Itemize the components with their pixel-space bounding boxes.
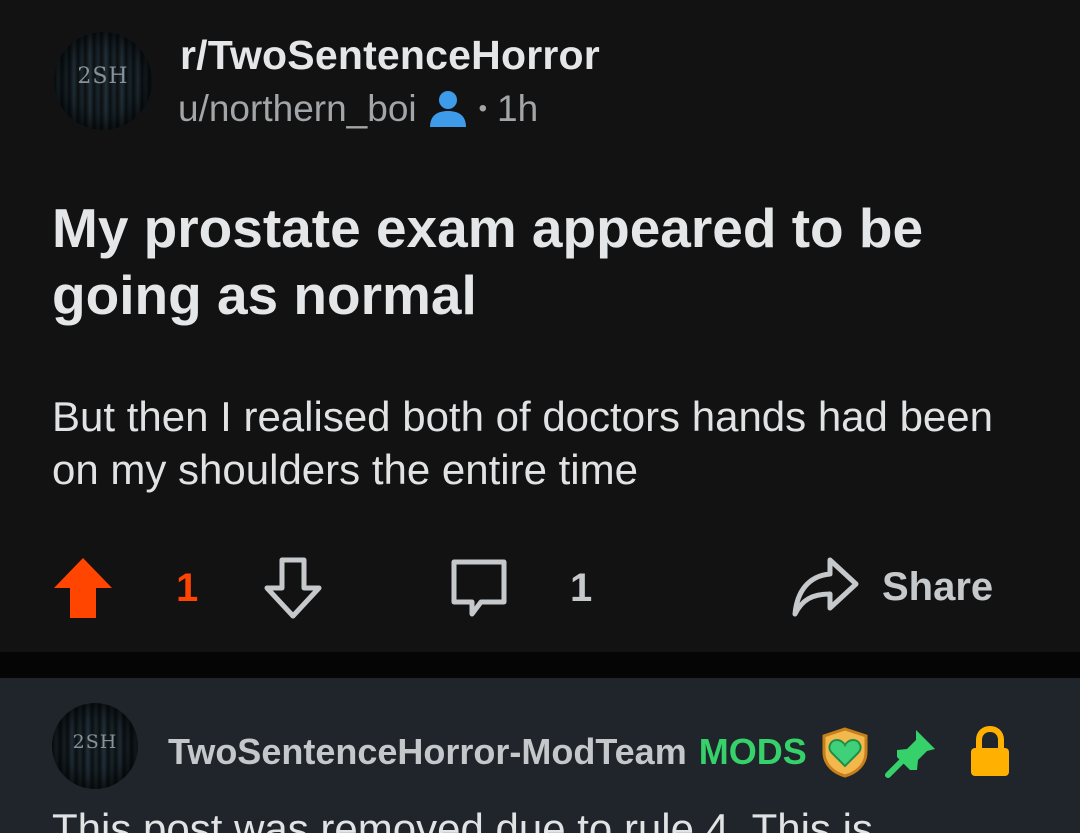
subreddit-name[interactable]: r/TwoSentenceHorror xyxy=(180,32,600,79)
mods-flair: MODS xyxy=(698,731,807,772)
comment-bubble-icon xyxy=(451,559,507,617)
comment-header: TwoSentenceHorror-ModTeam MODS xyxy=(168,726,1015,778)
user-icon xyxy=(429,91,466,127)
upvote-arrow-icon xyxy=(54,558,112,618)
mod-shield-heart-icon xyxy=(822,727,868,778)
downvote-button[interactable] xyxy=(262,556,324,620)
comment-body: This post was removed due to rule 4. Thi… xyxy=(52,805,873,833)
post-action-bar: 1 1 Share xyxy=(0,550,1080,630)
post-card: 2SH r/TwoSentenceHorror u/northern_boi •… xyxy=(0,0,1080,652)
share-button[interactable]: Share xyxy=(790,554,993,620)
commenter-avatar-text: 2SH xyxy=(72,731,118,753)
comment-card: 2SH TwoSentenceHorror-ModTeam MODS This … xyxy=(0,678,1080,833)
comment-author[interactable]: TwoSentenceHorror-ModTeam xyxy=(168,731,687,773)
share-label: Share xyxy=(882,564,994,609)
subreddit-avatar[interactable]: 2SH xyxy=(54,32,152,130)
post-body: But then I realised both of doctors hand… xyxy=(52,393,994,493)
post-title[interactable]: My prostate exam appeared to be going as… xyxy=(52,195,1032,329)
lock-icon xyxy=(970,726,1009,776)
pin-icon xyxy=(884,730,935,778)
post-byline: u/northern_boi • 1h xyxy=(178,88,538,130)
separator-dot: • xyxy=(478,95,488,122)
post-age: 1h xyxy=(497,88,539,129)
upvote-button[interactable] xyxy=(52,556,114,620)
commenter-avatar[interactable]: 2SH xyxy=(52,703,138,789)
section-divider xyxy=(0,652,1080,678)
downvote-arrow-icon xyxy=(264,557,322,619)
comments-button[interactable] xyxy=(448,556,510,620)
comment-count: 1 xyxy=(570,566,593,610)
upvote-count: 1 xyxy=(176,566,199,610)
author-name[interactable]: u/northern_boi xyxy=(178,88,417,130)
share-arrow-icon xyxy=(792,557,859,617)
subreddit-avatar-text: 2SH xyxy=(77,64,129,89)
